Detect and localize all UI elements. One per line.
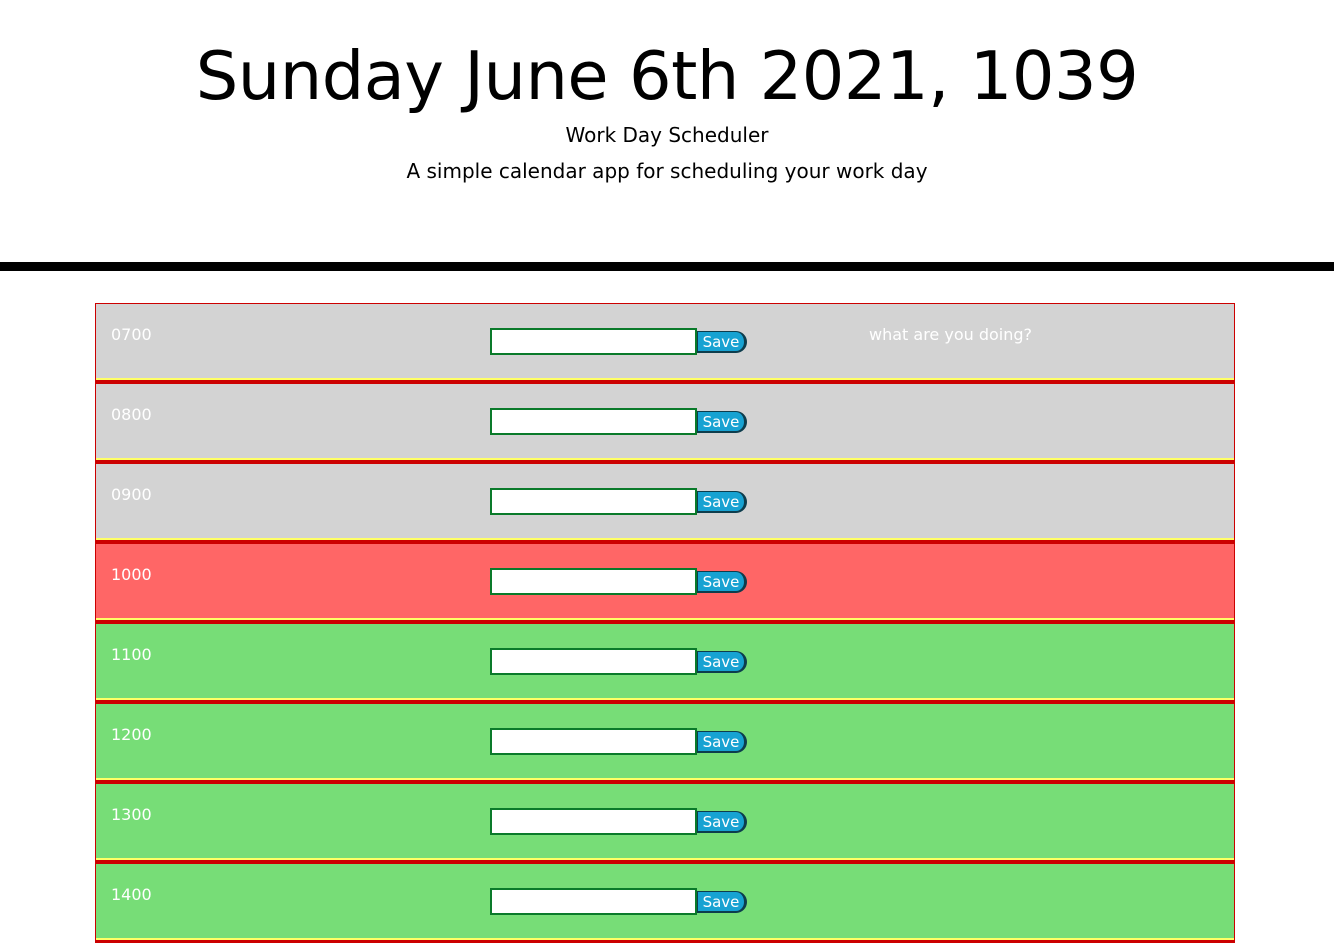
app-title: Work Day Scheduler <box>565 123 769 147</box>
task-input[interactable] <box>490 488 697 515</box>
time-block-row: 0900 Save <box>95 463 1235 543</box>
task-input[interactable] <box>490 568 697 595</box>
time-block-row: 1400 Save <box>95 863 1235 943</box>
task-input[interactable] <box>490 408 697 435</box>
task-hint-text: what are you doing? <box>869 325 1033 344</box>
header-divider <box>0 262 1334 271</box>
hour-label: 1400 <box>111 885 152 904</box>
hour-label: 1100 <box>111 645 152 664</box>
time-block-row: 0800 Save <box>95 383 1235 463</box>
save-button[interactable]: Save <box>697 651 747 673</box>
page-header: Sunday June 6th 2021, 1039 Work Day Sche… <box>0 0 1334 262</box>
app-subtitle: A simple calendar app for scheduling you… <box>406 159 928 183</box>
save-button[interactable]: Save <box>697 331 747 353</box>
task-input[interactable] <box>490 888 697 915</box>
save-button[interactable]: Save <box>697 571 747 593</box>
hour-label: 0700 <box>111 325 152 344</box>
time-block-row: 0700 Save what are you doing? <box>95 303 1235 383</box>
hour-label: 0900 <box>111 485 152 504</box>
save-button[interactable]: Save <box>697 491 747 513</box>
save-button[interactable]: Save <box>697 411 747 433</box>
hour-label: 1200 <box>111 725 152 744</box>
hour-label: 1000 <box>111 565 152 584</box>
task-input[interactable] <box>490 808 697 835</box>
task-input[interactable] <box>490 328 697 355</box>
time-block-list: 0700 Save what are you doing? 0800 Save … <box>95 303 1235 943</box>
task-input[interactable] <box>490 728 697 755</box>
time-block-row: 1300 Save <box>95 783 1235 863</box>
current-date-time: Sunday June 6th 2021, 1039 <box>195 37 1139 115</box>
hour-label: 0800 <box>111 405 152 424</box>
time-block-row: 1100 Save <box>95 623 1235 703</box>
task-input[interactable] <box>490 648 697 675</box>
save-button[interactable]: Save <box>697 731 747 753</box>
save-button[interactable]: Save <box>697 811 747 833</box>
hour-label: 1300 <box>111 805 152 824</box>
time-block-row: 1200 Save <box>95 703 1235 783</box>
time-block-row: 1000 Save <box>95 543 1235 623</box>
